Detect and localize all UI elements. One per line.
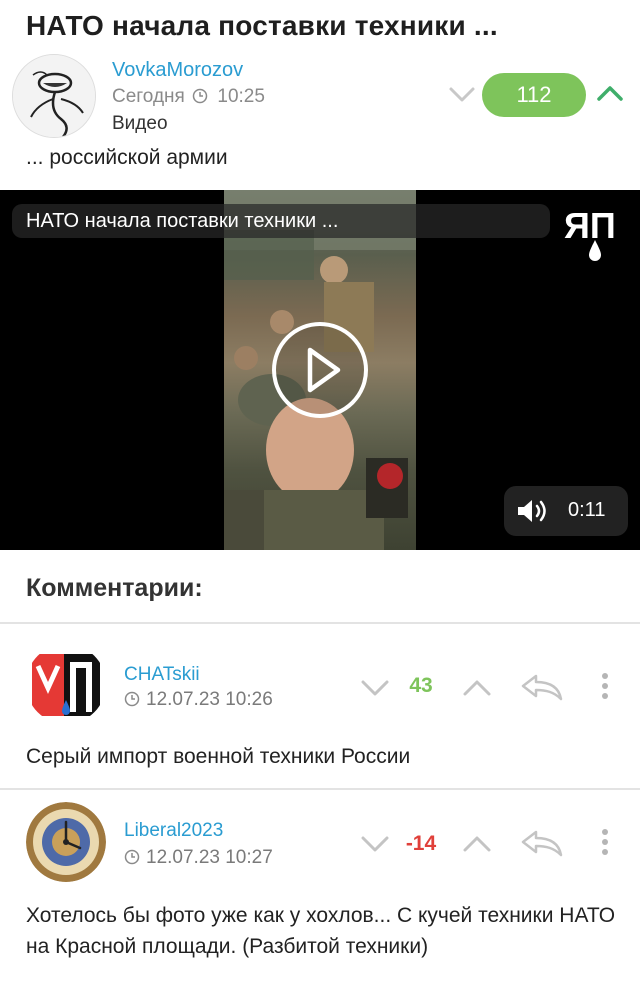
reply-icon[interactable] [520, 672, 564, 702]
comment-author-link[interactable]: Liberal2023 [124, 820, 223, 842]
post-score-badge: 112 [482, 73, 586, 117]
post-author-link[interactable]: VovkaMorozov [112, 59, 243, 82]
yap-avatar-icon [26, 644, 106, 724]
comment-score: -14 [405, 832, 437, 855]
clock-avatar-icon [26, 802, 106, 882]
comment-avatar[interactable] [26, 802, 106, 882]
comment-text: Серый импорт военной техники России [26, 745, 411, 768]
post-category[interactable]: Видео [112, 113, 168, 135]
clock-icon [124, 849, 140, 865]
vote-up-icon[interactable] [462, 678, 492, 698]
vote-down-icon[interactable] [360, 678, 390, 698]
vote-up-icon[interactable] [462, 834, 492, 854]
post-date: Сегодня 10:25 [112, 86, 265, 108]
video-title: НАТО начала поставки техники ... [12, 204, 550, 238]
post-description: ... российской армии [26, 146, 228, 169]
sketch-avatar-icon [13, 55, 95, 137]
vote-down-icon[interactable] [360, 834, 390, 854]
post-date-label: Сегодня [112, 86, 185, 107]
comment-text: Хотелось бы фото уже как у хохлов... С к… [26, 904, 616, 958]
post-title: НАТО начала поставки техники ... [26, 10, 498, 41]
reply-icon[interactable] [520, 828, 564, 858]
video-duration: 0:11 [568, 499, 606, 521]
comment-author-link[interactable]: CHATskii [124, 664, 200, 686]
vote-up-icon[interactable] [596, 82, 624, 106]
comment-item: CHATskii 12.07.23 10:26 43 Серый импорт … [0, 624, 640, 788]
post-time: 10:25 [217, 86, 265, 107]
comment-date: 12.07.23 10:26 [124, 689, 273, 711]
comment-datetime: 12.07.23 10:26 [146, 689, 273, 710]
comment-item: Liberal2023 12.07.23 10:27 -14 Хотелось … [0, 790, 640, 1002]
video-player[interactable]: НАТО начала поставки техники ... ЯП 0:11 [0, 190, 640, 550]
volume-icon[interactable] [516, 497, 550, 525]
comment-score: 43 [409, 674, 433, 697]
more-options-icon[interactable] [601, 828, 609, 858]
clock-icon [192, 88, 208, 104]
comment-date: 12.07.23 10:27 [124, 847, 273, 869]
yap-logo-text: ЯП [564, 205, 616, 246]
author-avatar[interactable] [12, 54, 96, 138]
comment-datetime: 12.07.23 10:27 [146, 847, 273, 868]
comments-heading: Комментарии: [26, 574, 203, 602]
post-header: VovkaMorozov Сегодня 10:25 Видео 112 [12, 54, 628, 140]
play-button[interactable] [272, 322, 368, 418]
more-options-icon[interactable] [601, 672, 609, 702]
volume-duration-pill[interactable]: 0:11 [504, 486, 628, 536]
clock-icon [124, 691, 140, 707]
comment-avatar[interactable] [26, 644, 106, 724]
vote-down-icon[interactable] [448, 82, 476, 106]
play-icon [307, 347, 341, 393]
yap-logo-icon: ЯП [564, 205, 616, 261]
